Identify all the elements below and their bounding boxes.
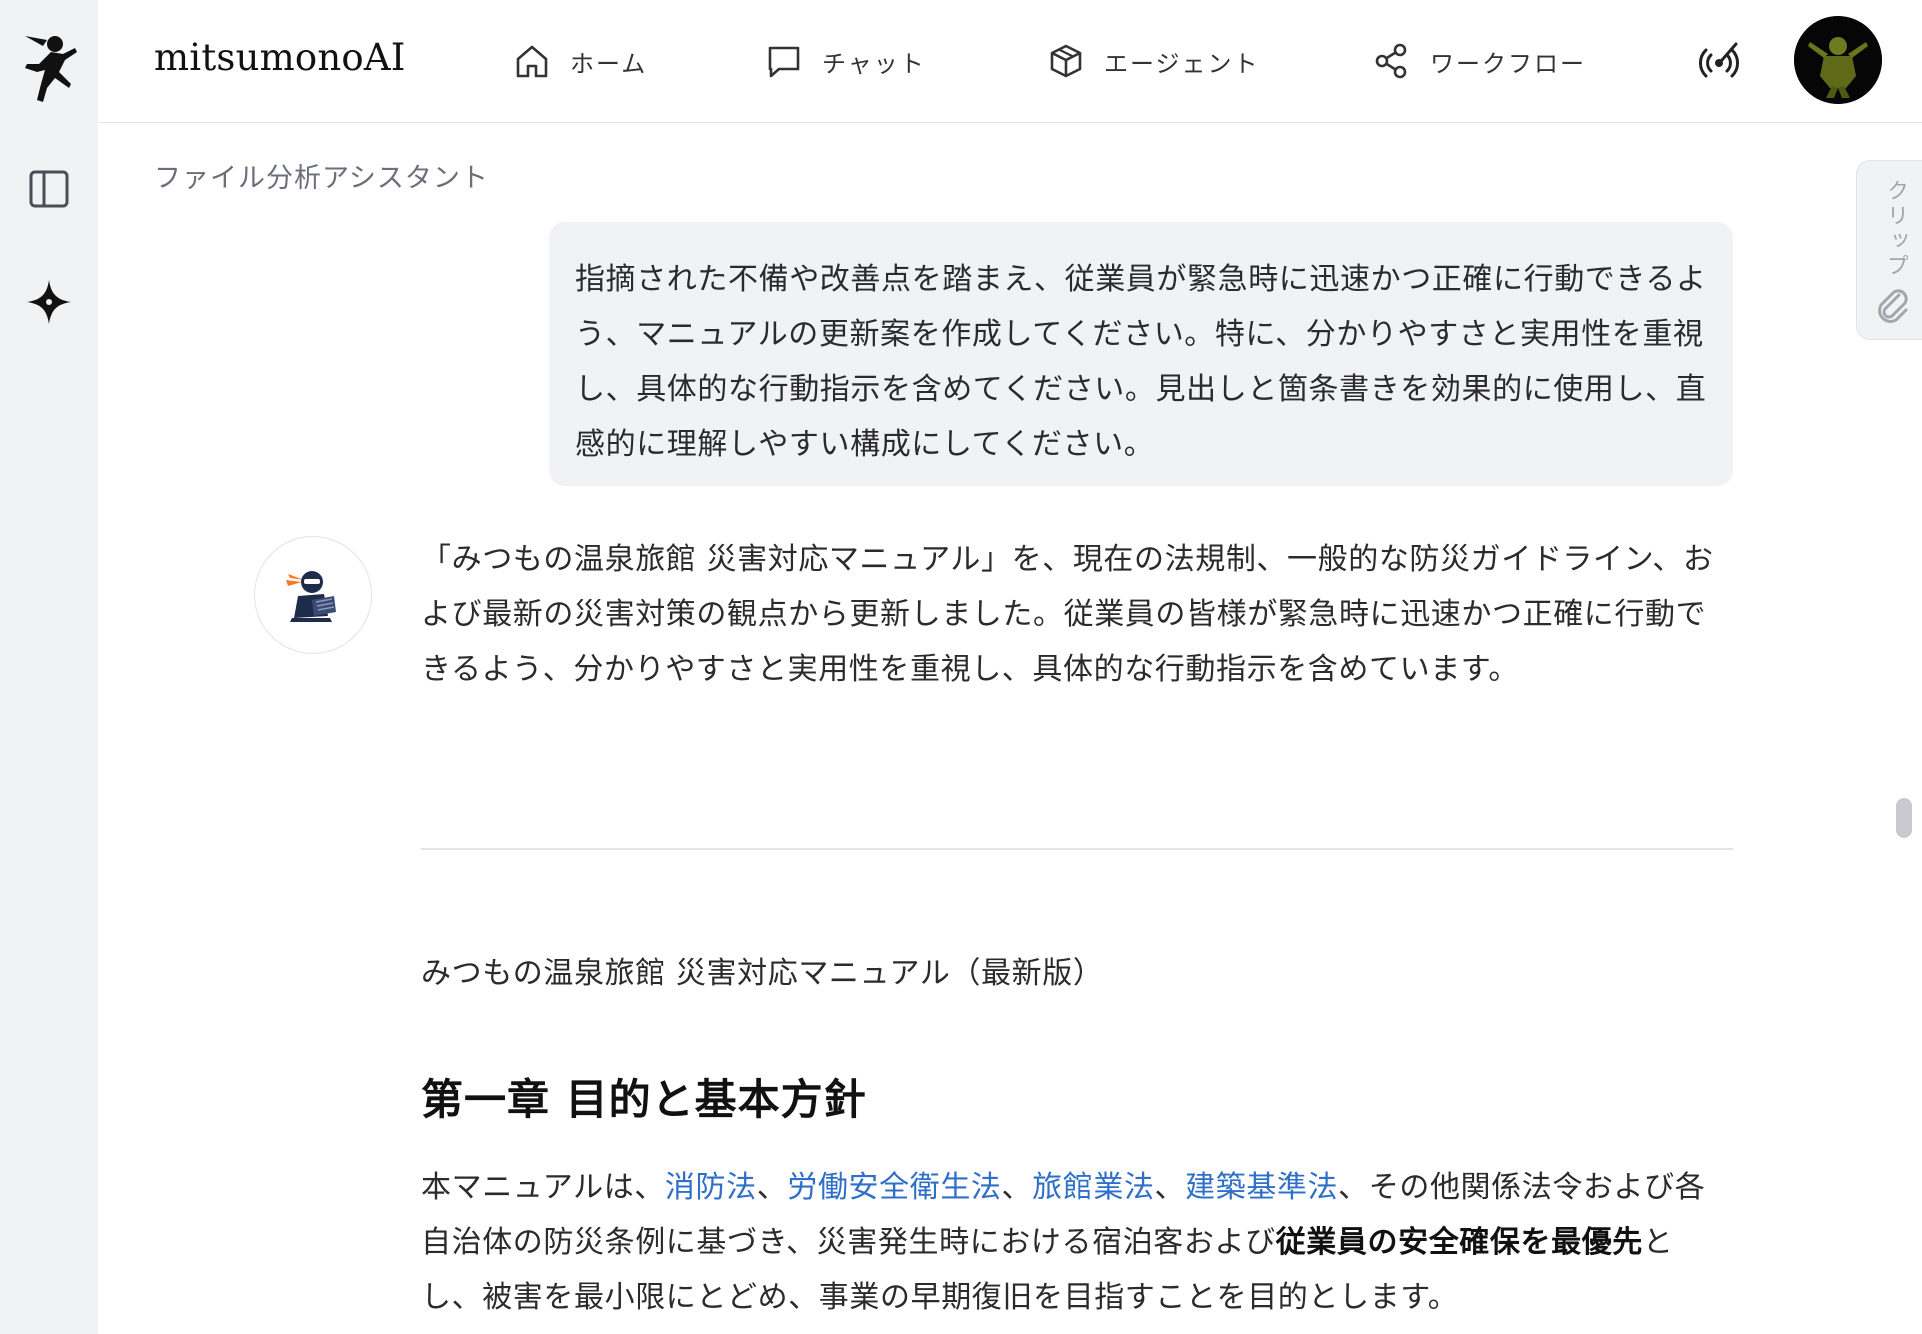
sparkle-icon[interactable] xyxy=(22,275,76,329)
user-message-bubble: 指摘された不備や改善点を踏まえ、従業員が緊急時に迅速かつ正確に行動できるよう、マ… xyxy=(549,222,1733,486)
assistant-message: 「みつもの温泉旅館 災害対応マニュアル」を、現在の法規制、一般的な防災ガイドライ… xyxy=(421,532,1733,697)
document-title: みつもの温泉旅館 災害対応マニュアル（最新版） xyxy=(421,956,1104,991)
chat-bubble-icon xyxy=(764,41,804,81)
body-text: 本マニュアルは、 xyxy=(421,1170,665,1205)
ninja-logo-icon[interactable] xyxy=(17,32,81,104)
left-rail xyxy=(0,0,98,1334)
assistant-avatar xyxy=(254,536,372,654)
sidebar-panel-icon[interactable] xyxy=(22,162,76,216)
brand-name[interactable]: mitsumonoAI xyxy=(154,36,406,79)
horizontal-divider xyxy=(421,848,1733,850)
law-link-building-standards-act[interactable]: 建築基準法 xyxy=(1185,1170,1338,1205)
nav-workflow-label: ワークフロー xyxy=(1430,49,1586,78)
nav-agent[interactable]: エージェント xyxy=(1046,36,1260,86)
ninja-reading-icon xyxy=(286,571,336,622)
clip-label: クリップ xyxy=(1883,179,1908,279)
law-link-fire-service-act[interactable]: 消防法 xyxy=(665,1170,757,1205)
assistant-intro-text: 「みつもの温泉旅館 災害対応マニュアル」を、現在の法規制、一般的な防災ガイドライ… xyxy=(421,542,1714,687)
nav-chat[interactable]: チャット xyxy=(764,36,926,86)
chapter-body: 本マニュアルは、消防法、労働安全衛生法、旅館業法、建築基準法、その他関係法令およ… xyxy=(421,1160,1733,1325)
body-text: 、 xyxy=(756,1170,788,1205)
user-message-text: 指摘された不備や改善点を踏まえ、従業員が緊急時に迅速かつ正確に行動できるよう、マ… xyxy=(575,262,1707,462)
body-text: 、 xyxy=(1154,1170,1186,1205)
chapter-heading: 第一章 目的と基本方針 xyxy=(421,1075,867,1124)
home-icon xyxy=(512,41,552,81)
top-header: mitsumonoAI ホーム チャット エージェント ワークフロー xyxy=(98,0,1922,123)
share-nodes-icon xyxy=(1372,41,1412,81)
user-avatar[interactable] xyxy=(1794,16,1882,104)
body-bold-text: 従業員の安全確保を最優先 xyxy=(1275,1225,1643,1260)
body-text: 、 xyxy=(1001,1170,1033,1205)
nav-home[interactable]: ホーム xyxy=(512,36,647,86)
law-link-industrial-safety-act[interactable]: 労働安全衛生法 xyxy=(787,1170,1001,1205)
nav-home-label: ホーム xyxy=(570,49,648,78)
nav-chat-label: チャット xyxy=(822,49,926,78)
nav-workflow[interactable]: ワークフロー xyxy=(1372,36,1586,86)
law-link-inn-business-act[interactable]: 旅館業法 xyxy=(1032,1170,1154,1205)
broadcast-icon[interactable] xyxy=(1698,38,1744,84)
clip-panel-tab[interactable]: クリップ xyxy=(1856,160,1922,340)
cube-icon xyxy=(1046,41,1086,81)
nav-agent-label: エージェント xyxy=(1104,49,1260,78)
assistant-name: ファイル分析アシスタント xyxy=(154,163,489,194)
scrollbar-thumb[interactable] xyxy=(1896,798,1912,838)
paperclip-icon xyxy=(1875,283,1911,327)
